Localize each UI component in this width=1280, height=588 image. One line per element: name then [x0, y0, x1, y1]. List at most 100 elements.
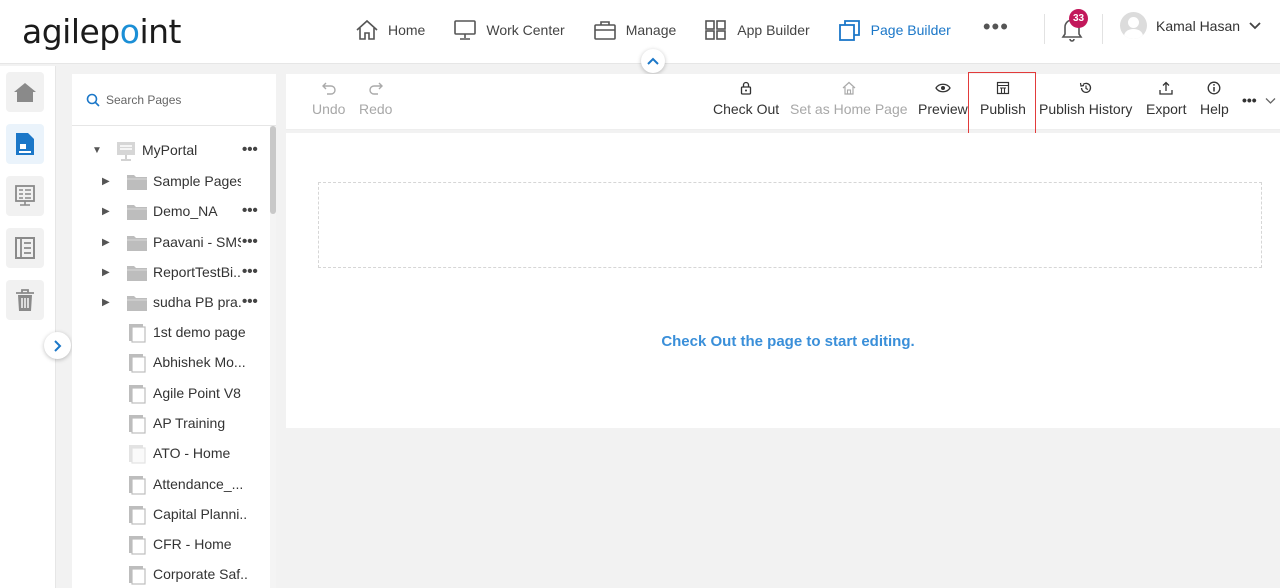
- tree-page[interactable]: CFR - Home: [72, 530, 268, 560]
- tree-page[interactable]: ATO - Home: [72, 439, 268, 469]
- check-out-button[interactable]: Check Out: [713, 74, 779, 130]
- tree-folder[interactable]: ▶ Paavani - SMS •••: [72, 228, 268, 258]
- caret-right-icon[interactable]: ▶: [102, 297, 110, 308]
- publish-history-button[interactable]: Publish History: [1039, 74, 1132, 130]
- tree-item-label: Agile Point V8: [153, 384, 241, 401]
- tree-page[interactable]: AP Training: [72, 409, 268, 439]
- page-icon: [129, 384, 146, 404]
- page-icon: [16, 133, 34, 155]
- chevron-down-icon: [1265, 98, 1276, 104]
- tree-item-icon: [128, 353, 146, 376]
- search-input[interactable]: [106, 92, 266, 107]
- collapse-header-button[interactable]: [641, 49, 665, 73]
- tree-item-icon: [128, 505, 146, 528]
- set-home-page-button[interactable]: Set as Home Page: [790, 74, 908, 130]
- toolbar-more-button[interactable]: •••: [1242, 92, 1276, 108]
- tree-item-icon: [128, 535, 146, 558]
- toolbar-more-dots: •••: [1242, 92, 1257, 108]
- expand-rail-button[interactable]: [44, 332, 71, 359]
- tree-item-icon: [128, 384, 146, 407]
- tree-item-icon: [126, 173, 148, 194]
- tree-item-icon: [128, 444, 146, 467]
- caret-right-icon[interactable]: ▶: [102, 237, 110, 248]
- tree-item-icon: [128, 414, 146, 437]
- nav-page-builder[interactable]: Page Builder: [838, 0, 951, 60]
- eye-icon: [935, 83, 951, 93]
- preview-button[interactable]: Preview: [918, 74, 968, 130]
- tree-item-label: Corporate Saf...: [153, 566, 248, 583]
- publish-history-label: Publish History: [1039, 101, 1133, 117]
- tree-page[interactable]: Attendance_...: [72, 470, 268, 500]
- undo-label: Undo: [312, 101, 346, 117]
- copy-icon: [838, 20, 860, 41]
- undo-icon: [321, 82, 336, 95]
- export-button[interactable]: Export: [1146, 74, 1186, 130]
- rail-components[interactable]: [6, 176, 44, 216]
- tree-item-label: Abhishek Mo...: [153, 354, 246, 371]
- lock-icon: [740, 81, 752, 95]
- nav-work-center[interactable]: Work Center: [453, 0, 565, 60]
- page-icon: [129, 475, 146, 495]
- tree-item-label: Sample Pages: [153, 173, 241, 189]
- chevron-down-icon: [1249, 21, 1261, 29]
- tree-page[interactable]: Corporate Saf...: [72, 560, 268, 588]
- tree-item-more-button[interactable]: •••: [242, 142, 258, 157]
- user-name: Kamal Hasan: [1156, 17, 1241, 34]
- tree-folder[interactable]: ▶ Sample Pages: [72, 167, 268, 197]
- chevron-up-icon: [647, 57, 659, 65]
- nav-home[interactable]: Home: [355, 0, 425, 60]
- tree-root-myportal[interactable]: ▼ MyPortal •••: [72, 136, 268, 166]
- caret-down-icon[interactable]: ▼: [92, 145, 102, 156]
- undo-button[interactable]: Undo: [312, 74, 345, 130]
- left-rail: [0, 66, 56, 588]
- caret-right-icon[interactable]: ▶: [102, 176, 110, 187]
- tree-scrollbar-thumb[interactable]: [270, 126, 276, 214]
- nav-app-builder[interactable]: App Builder: [704, 0, 810, 60]
- agilepoint-logo[interactable]: agilepoint: [22, 12, 181, 51]
- home-icon: [842, 81, 856, 95]
- help-button[interactable]: Help: [1200, 74, 1229, 130]
- export-label: Export: [1146, 101, 1187, 117]
- check-out-label: Check Out: [713, 101, 780, 117]
- tree-folder[interactable]: ▶ sudha PB pra... •••: [72, 288, 268, 318]
- tree-page[interactable]: Agile Point V8: [72, 379, 268, 409]
- header-divider: [1044, 14, 1045, 44]
- tree-item-icon: [126, 294, 148, 315]
- tree-item-more-button[interactable]: •••: [242, 294, 258, 309]
- rail-pages[interactable]: [6, 124, 44, 164]
- history-icon: [1079, 82, 1091, 93]
- tree-item-more-button[interactable]: •••: [242, 264, 258, 279]
- redo-button[interactable]: Redo: [359, 74, 392, 130]
- tree-item-more-button[interactable]: •••: [242, 234, 258, 249]
- nav-work-center-label: Work Center: [486, 22, 565, 38]
- chevron-right-icon: [53, 339, 61, 352]
- tree-item-label: Capital Planni...: [153, 505, 248, 522]
- trash-icon: [16, 289, 34, 311]
- tree-folder[interactable]: ▶ ReportTestBi... •••: [72, 258, 268, 288]
- page-icon: [129, 445, 146, 464]
- tree-page[interactable]: Abhishek Mo...: [72, 348, 268, 378]
- rail-layout[interactable]: [6, 228, 44, 268]
- folder-icon: [127, 205, 147, 221]
- nav-page-builder-label: Page Builder: [870, 22, 951, 38]
- tree-item-icon: [128, 323, 146, 346]
- caret-right-icon[interactable]: ▶: [102, 267, 110, 278]
- tree-page[interactable]: 1st demo page: [72, 318, 268, 348]
- redo-label: Redo: [359, 101, 393, 117]
- page-icon: [129, 354, 146, 373]
- tree-item-more-button[interactable]: •••: [242, 203, 258, 218]
- tree-folder[interactable]: ▶ Demo_NA •••: [72, 197, 268, 227]
- tree-item-label: Attendance_...: [153, 475, 244, 492]
- main-nav: Home Work Center Manage App Builder Page…: [355, 0, 1009, 60]
- caret-right-icon[interactable]: ▶: [102, 206, 110, 217]
- rail-trash[interactable]: [6, 280, 44, 320]
- page-icon: [129, 505, 146, 525]
- nav-manage[interactable]: Manage: [593, 0, 676, 60]
- tree-page[interactable]: Capital Planni...: [72, 500, 268, 530]
- nav-more-button[interactable]: •••: [983, 16, 1009, 44]
- user-menu[interactable]: Kamal Hasan: [1120, 12, 1262, 39]
- avatar: [1120, 12, 1147, 39]
- rail-home[interactable]: [6, 72, 44, 112]
- search-icon: [86, 93, 100, 107]
- tree-item-icon: [128, 565, 146, 588]
